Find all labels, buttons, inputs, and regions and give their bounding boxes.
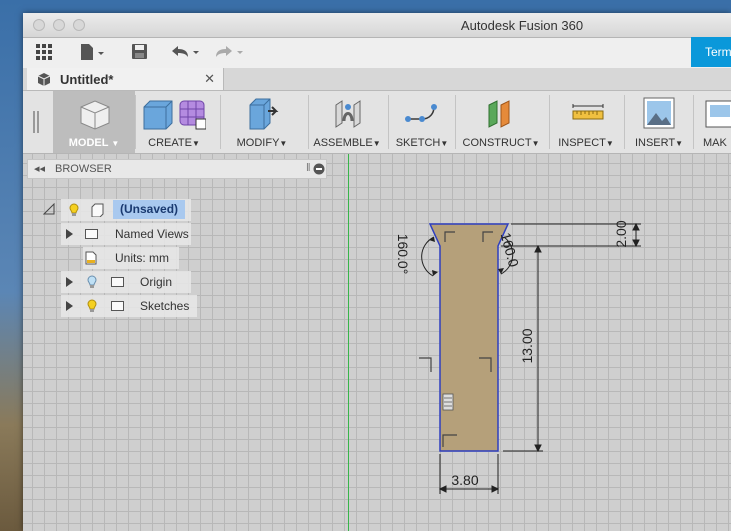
ribbon-separator	[693, 95, 694, 149]
ribbon-separator	[455, 95, 456, 149]
construct-plane-icon	[488, 100, 510, 128]
make-label: MAK	[703, 137, 727, 149]
model-label: MODEL	[68, 137, 109, 149]
insert-menu[interactable]: INSERT▼	[626, 91, 692, 153]
sketch-drawing: 2.00 13.00 3.80 160.0° 160.0	[395, 220, 641, 494]
insert-label: INSERT	[634, 137, 676, 149]
workspace-model-button[interactable]: MODEL ▼	[53, 91, 135, 153]
term-button[interactable]: Term	[691, 37, 731, 67]
save-icon[interactable]	[131, 43, 149, 63]
ribbon-separator	[549, 95, 550, 149]
quick-access-toolbar	[23, 38, 731, 69]
create-menu[interactable]: CREATE▼	[138, 91, 210, 153]
toolbar-ribbon: MODEL ▼ CREATE▼ MODIFY▼ ASSEMBLE▼ SKETCH…	[23, 91, 731, 154]
data-panel-grid-icon[interactable]	[35, 43, 53, 63]
undo-icon[interactable]	[169, 43, 201, 63]
construct-menu[interactable]: CONSTRUCT▼	[457, 91, 545, 153]
inspect-menu[interactable]: INSPECT▼	[551, 91, 621, 153]
dimension-width[interactable]: 3.80	[451, 472, 478, 488]
inspect-label: INSPECT	[558, 137, 606, 149]
file-menu-icon[interactable]	[79, 43, 105, 63]
sketch-menu[interactable]: SKETCH▼	[390, 91, 454, 153]
sketch-label: SKETCH	[395, 137, 441, 149]
title-bar: Autodesk Fusion 360	[23, 13, 731, 38]
redo-icon[interactable]	[213, 43, 245, 63]
ribbon-separator	[220, 95, 221, 149]
dimension-main-height[interactable]: 13.00	[519, 328, 535, 363]
ribbon-separator	[135, 95, 136, 149]
create-box-icon	[143, 100, 206, 130]
window-title: Autodesk Fusion 360	[460, 18, 584, 33]
modify-label: MODIFY	[236, 137, 280, 149]
insert-image-icon	[643, 97, 675, 129]
create-label: CREATE	[148, 137, 192, 149]
dimension-right-angle[interactable]: 160.0	[498, 231, 523, 269]
document-cube-icon	[37, 73, 51, 86]
make-icon	[705, 100, 731, 128]
sketch-curve-icon	[405, 104, 437, 122]
document-tab-label: Untitled*	[60, 72, 114, 87]
inspect-ruler-icon	[572, 104, 604, 120]
ribbon-grip-icon[interactable]	[33, 111, 39, 133]
fix-constraint-icon	[442, 393, 454, 411]
ribbon-separator	[624, 95, 625, 149]
document-tab[interactable]: Untitled* ✕	[27, 68, 224, 90]
design-canvas[interactable]: ◂◂ BROWSER ‖ (Unsaved) Named Views Units…	[23, 154, 731, 531]
modify-press-pull-icon	[249, 98, 279, 130]
ribbon-separator	[388, 95, 389, 149]
dimension-left-angle[interactable]: 160.0°	[395, 234, 411, 275]
construct-label: CONSTRUCT	[462, 137, 532, 149]
model-cube-icon	[80, 100, 110, 130]
app-window: Autodesk Fusion 360 Term Untitled* ✕ MOD…	[23, 13, 731, 531]
make-menu[interactable]: MAK	[695, 91, 731, 153]
modify-menu[interactable]: MODIFY▼	[226, 91, 298, 153]
document-tab-bar: Untitled* ✕	[23, 68, 731, 91]
horizontal-constraint-icon	[419, 357, 432, 372]
sketch-profile[interactable]	[428, 223, 510, 452]
dimension-top-height[interactable]: 2.00	[613, 220, 629, 247]
assemble-label: ASSEMBLE	[313, 137, 373, 149]
ribbon-separator	[308, 95, 309, 149]
assemble-menu[interactable]: ASSEMBLE▼	[310, 91, 384, 153]
assemble-joint-icon	[335, 100, 361, 128]
close-tab-icon[interactable]: ✕	[204, 71, 215, 87]
